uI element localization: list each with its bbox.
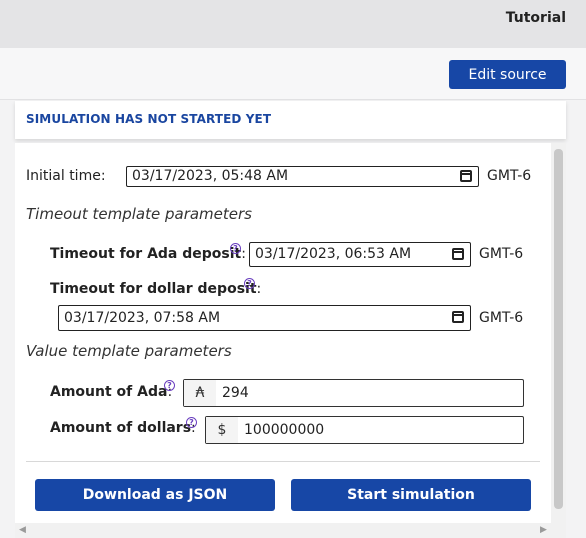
simulation-status-card: SIMULATION HAS NOT STARTED YET <box>15 101 566 139</box>
dollar-currency-prefix: $ <box>206 417 238 443</box>
tutorial-link[interactable]: Tutorial <box>506 10 566 26</box>
start-simulation-button[interactable]: Start simulation <box>291 479 531 511</box>
calendar-icon[interactable] <box>460 170 472 182</box>
vertical-scrollbar[interactable] <box>551 143 566 523</box>
value-section-title: Value template parameters <box>26 342 232 360</box>
help-icon[interactable]: ? <box>244 278 255 289</box>
toolbar: Edit source <box>0 48 586 100</box>
dollar-deposit-value: 03/17/2023, 07:58 AM <box>64 310 221 326</box>
scrollbar-thumb[interactable] <box>554 149 563 509</box>
dollar-deposit-timezone: GMT-6 <box>479 310 524 326</box>
ada-deposit-input[interactable]: 03/17/2023, 06:53 AM <box>249 242 471 267</box>
timeout-section-title: Timeout template parameters <box>26 205 252 223</box>
calendar-icon[interactable] <box>452 311 464 323</box>
scroll-right-arrow[interactable]: ▶ <box>540 525 547 535</box>
initial-time-input[interactable]: 03/17/2023, 05:48 AM <box>126 166 479 187</box>
amount-dollars-input[interactable]: $ 100000000 <box>205 416 524 444</box>
initial-time-timezone: GMT-6 <box>487 168 532 184</box>
dollar-deposit-label: Timeout for dollar deposit: <box>50 281 262 297</box>
amount-dollars-value: 100000000 <box>244 422 325 438</box>
horizontal-scrollbar[interactable]: ◀ ▶ <box>15 523 566 538</box>
download-json-button[interactable]: Download as JSON <box>35 479 275 511</box>
simulation-form-panel <box>15 143 551 523</box>
dollar-deposit-input[interactable]: 03/17/2023, 07:58 AM <box>58 305 471 331</box>
amount-ada-input[interactable]: ₳ 294 <box>183 379 524 407</box>
ada-currency-prefix: ₳ <box>184 380 216 406</box>
amount-dollars-label: Amount of dollars: <box>50 420 196 436</box>
ada-deposit-timezone: GMT-6 <box>479 246 524 262</box>
edit-source-button[interactable]: Edit source <box>449 60 566 89</box>
initial-time-label: Initial time: <box>26 168 106 184</box>
divider <box>26 461 540 462</box>
amount-ada-label: Amount of Ada: <box>50 384 173 400</box>
ada-deposit-label: Timeout for Ada deposit: <box>50 246 246 262</box>
initial-time-value: 03/17/2023, 05:48 AM <box>132 168 289 184</box>
calendar-icon[interactable] <box>452 248 464 260</box>
help-icon[interactable]: ? <box>186 417 197 428</box>
help-icon[interactable]: ? <box>230 243 241 254</box>
help-icon[interactable]: ? <box>164 380 175 391</box>
scroll-left-arrow[interactable]: ◀ <box>19 525 26 535</box>
ada-deposit-value: 03/17/2023, 06:53 AM <box>255 246 412 262</box>
amount-ada-value: 294 <box>222 385 249 401</box>
top-bar: Tutorial <box>0 0 586 48</box>
simulation-status-text: SIMULATION HAS NOT STARTED YET <box>26 112 272 126</box>
